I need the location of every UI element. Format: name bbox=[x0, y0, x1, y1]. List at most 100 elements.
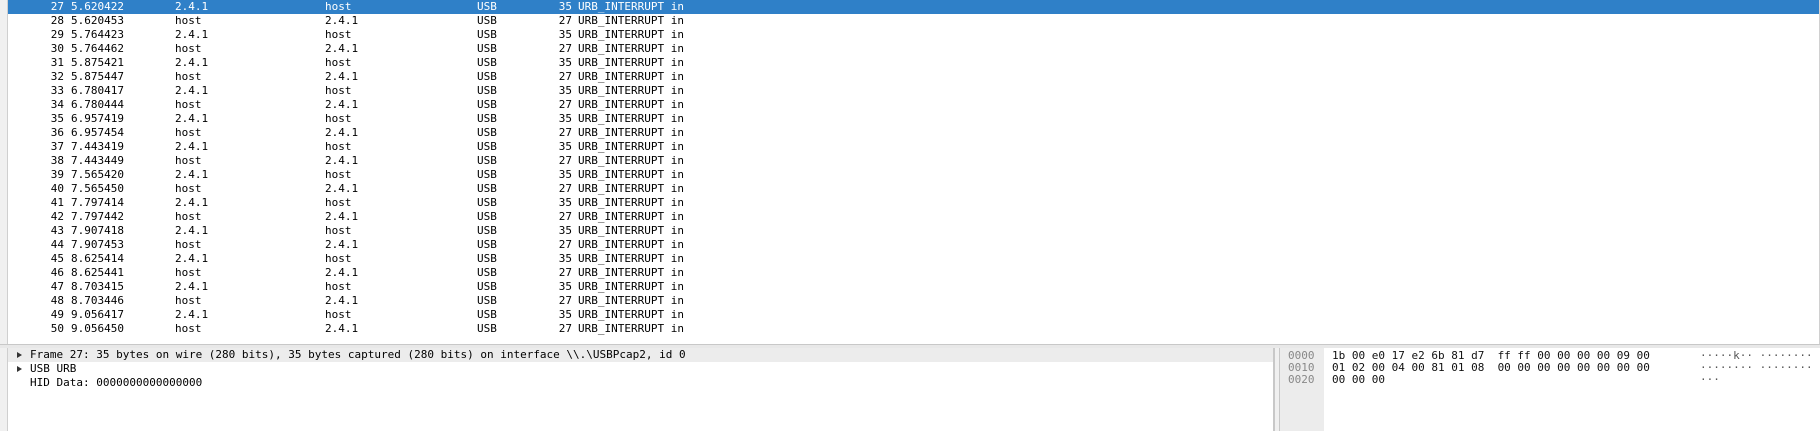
packet-row[interactable]: 36 6.957454 host 2.4.1 USB 27 URB_INTERRUPT in bbox=[8, 126, 1819, 140]
packet-protocol: USB bbox=[477, 280, 497, 293]
packet-row[interactable]: 48 8.703446 host 2.4.1 USB 27 URB_INTERRUPT in bbox=[8, 294, 1819, 308]
packet-number: 30 bbox=[50, 42, 64, 55]
packet-row-selected[interactable]: 27 5.620422 2.4.1 host USB 35 URB_INTERRUPT in bbox=[8, 0, 1819, 14]
packet-info: URB_INTERRUPT in bbox=[578, 42, 684, 55]
packet-row[interactable]: 37 7.443419 2.4.1 host USB 35 URB_INTERRUPT in bbox=[8, 140, 1819, 154]
packet-row[interactable]: 50 9.056450 host 2.4.1 USB 27 URB_INTERRUPT in bbox=[8, 322, 1819, 336]
packet-info: URB_INTERRUPT in bbox=[578, 252, 684, 265]
packet-destination: host bbox=[325, 224, 352, 237]
packet-number: 40 bbox=[50, 182, 64, 195]
packet-row[interactable]: 47 8.703415 2.4.1 host USB 35 URB_INTERRUPT in bbox=[8, 280, 1819, 294]
packet-destination: 2.4.1 bbox=[325, 70, 359, 83]
packet-source: 2.4.1 bbox=[175, 56, 209, 69]
packet-row[interactable]: 39 7.565420 2.4.1 host USB 35 URB_INTERRUPT in bbox=[8, 168, 1819, 182]
packet-info: URB_INTERRUPT in bbox=[578, 0, 684, 13]
packet-info: URB_INTERRUPT in bbox=[578, 168, 684, 181]
detail-row-usb-urb[interactable]: USB URB bbox=[8, 362, 1273, 376]
packet-list[interactable]: 27 5.620422 2.4.1 host USB 35 URB_INTERRUPT in… bbox=[8, 0, 1820, 344]
packet-number: 49 bbox=[50, 308, 64, 321]
packet-number: 47 bbox=[50, 280, 64, 293]
packet-time: 9.056450 bbox=[71, 322, 124, 335]
packet-protocol: USB bbox=[477, 154, 497, 167]
packet-row[interactable]: 44 7.907453 host 2.4.1 USB 27 URB_INTERRUPT in bbox=[8, 238, 1819, 252]
packet-destination: host bbox=[325, 196, 352, 209]
detail-row-frame[interactable]: Frame 27: 35 bytes on wire (280 bits), 3… bbox=[8, 348, 1273, 362]
packet-protocol: USB bbox=[477, 168, 497, 181]
packet-destination: host bbox=[325, 84, 352, 97]
packet-length: 27 bbox=[558, 294, 572, 307]
packet-destination: 2.4.1 bbox=[325, 210, 359, 223]
packet-row[interactable]: 45 8.625414 2.4.1 host USB 35 URB_INTERRUPT in bbox=[8, 252, 1819, 266]
packet-info: URB_INTERRUPT in bbox=[578, 84, 684, 97]
packet-row[interactable]: 41 7.797414 2.4.1 host USB 35 URB_INTERRUPT in bbox=[8, 196, 1819, 210]
packet-row[interactable]: 34 6.780444 host 2.4.1 USB 27 URB_INTERRUPT in bbox=[8, 98, 1819, 112]
packet-row[interactable]: 33 6.780417 2.4.1 host USB 35 URB_INTERRUPT in bbox=[8, 84, 1819, 98]
packet-number: 43 bbox=[50, 224, 64, 237]
packet-number: 29 bbox=[50, 28, 64, 41]
packet-destination: host bbox=[325, 280, 352, 293]
packet-info: URB_INTERRUPT in bbox=[578, 210, 684, 223]
packet-protocol: USB bbox=[477, 294, 497, 307]
packet-time: 5.764423 bbox=[71, 28, 124, 41]
packet-time: 5.620453 bbox=[71, 14, 124, 27]
packet-length: 35 bbox=[558, 84, 572, 97]
hex-dump-pane[interactable]: 0000 1b 00 e0 17 e2 6b 81 d7 ff ff 00 00 … bbox=[1280, 348, 1820, 431]
packet-length: 27 bbox=[558, 98, 572, 111]
packet-protocol: USB bbox=[477, 196, 497, 209]
packet-source: host bbox=[175, 126, 202, 139]
packet-length: 27 bbox=[558, 322, 572, 335]
packet-protocol: USB bbox=[477, 210, 497, 223]
packet-row[interactable]: 29 5.764423 2.4.1 host USB 35 URB_INTERRUPT in bbox=[8, 28, 1819, 42]
packet-info: URB_INTERRUPT in bbox=[578, 294, 684, 307]
packet-time: 6.780444 bbox=[71, 98, 124, 111]
packet-row[interactable]: 43 7.907418 2.4.1 host USB 35 URB_INTERRUPT in bbox=[8, 224, 1819, 238]
packet-length: 27 bbox=[558, 154, 572, 167]
packet-time: 7.443419 bbox=[71, 140, 124, 153]
packet-source: host bbox=[175, 294, 202, 307]
hex-offset: 0020 bbox=[1288, 373, 1315, 386]
packet-destination: host bbox=[325, 168, 352, 181]
packet-length: 27 bbox=[558, 182, 572, 195]
packet-length: 35 bbox=[558, 308, 572, 321]
packet-source: 2.4.1 bbox=[175, 28, 209, 41]
packet-number: 31 bbox=[50, 56, 64, 69]
packet-info: URB_INTERRUPT in bbox=[578, 98, 684, 111]
packet-number: 48 bbox=[50, 294, 64, 307]
packet-time: 7.907453 bbox=[71, 238, 124, 251]
packet-row[interactable]: 38 7.443449 host 2.4.1 USB 27 URB_INTERRUPT in bbox=[8, 154, 1819, 168]
packet-time: 5.875447 bbox=[71, 70, 124, 83]
packet-source: 2.4.1 bbox=[175, 0, 209, 13]
packet-row[interactable]: 28 5.620453 host 2.4.1 USB 27 URB_INTERRUPT in bbox=[8, 14, 1819, 28]
packet-row[interactable]: 35 6.957419 2.4.1 host USB 35 URB_INTERRUPT in bbox=[8, 112, 1819, 126]
packet-details-pane[interactable]: Frame 27: 35 bytes on wire (280 bits), 3… bbox=[8, 348, 1274, 431]
packet-protocol: USB bbox=[477, 252, 497, 265]
packet-row[interactable]: 49 9.056417 2.4.1 host USB 35 URB_INTERRUPT in bbox=[8, 308, 1819, 322]
packet-time: 7.443449 bbox=[71, 154, 124, 167]
packet-info: URB_INTERRUPT in bbox=[578, 140, 684, 153]
expand-arrow-icon[interactable] bbox=[16, 348, 24, 362]
packet-row[interactable]: 30 5.764462 host 2.4.1 USB 27 URB_INTERRUPT in bbox=[8, 42, 1819, 56]
packet-row[interactable]: 40 7.565450 host 2.4.1 USB 27 URB_INTERRUPT in bbox=[8, 182, 1819, 196]
packet-number: 45 bbox=[50, 252, 64, 265]
packet-number: 46 bbox=[50, 266, 64, 279]
packet-row[interactable]: 32 5.875447 host 2.4.1 USB 27 URB_INTERRUPT in bbox=[8, 70, 1819, 84]
packet-protocol: USB bbox=[477, 322, 497, 335]
expand-arrow-icon[interactable] bbox=[16, 362, 24, 376]
packet-protocol: USB bbox=[477, 70, 497, 83]
packet-row[interactable]: 42 7.797442 host 2.4.1 USB 27 URB_INTERRUPT in bbox=[8, 210, 1819, 224]
packet-length: 35 bbox=[558, 112, 572, 125]
packet-source: 2.4.1 bbox=[175, 224, 209, 237]
packet-row[interactable]: 46 8.625441 host 2.4.1 USB 27 URB_INTERRUPT in bbox=[8, 266, 1819, 280]
packet-time: 6.957454 bbox=[71, 126, 124, 139]
detail-row-hid-data[interactable]: HID Data: 0000000000000000 bbox=[8, 376, 1273, 390]
packet-row-partial[interactable] bbox=[8, 336, 1819, 342]
hex-row[interactable]: 0020 00 00 00 ··· bbox=[1280, 373, 1820, 387]
packet-source: host bbox=[175, 210, 202, 223]
packet-length: 27 bbox=[558, 70, 572, 83]
packet-destination: 2.4.1 bbox=[325, 14, 359, 27]
packet-destination: 2.4.1 bbox=[325, 98, 359, 111]
detail-frame-label: Frame 27: 35 bytes on wire (280 bits), 3… bbox=[30, 348, 686, 361]
packet-row[interactable]: 31 5.875421 2.4.1 host USB 35 URB_INTERRUPT in bbox=[8, 56, 1819, 70]
packet-length: 35 bbox=[558, 280, 572, 293]
packet-length: 35 bbox=[558, 252, 572, 265]
